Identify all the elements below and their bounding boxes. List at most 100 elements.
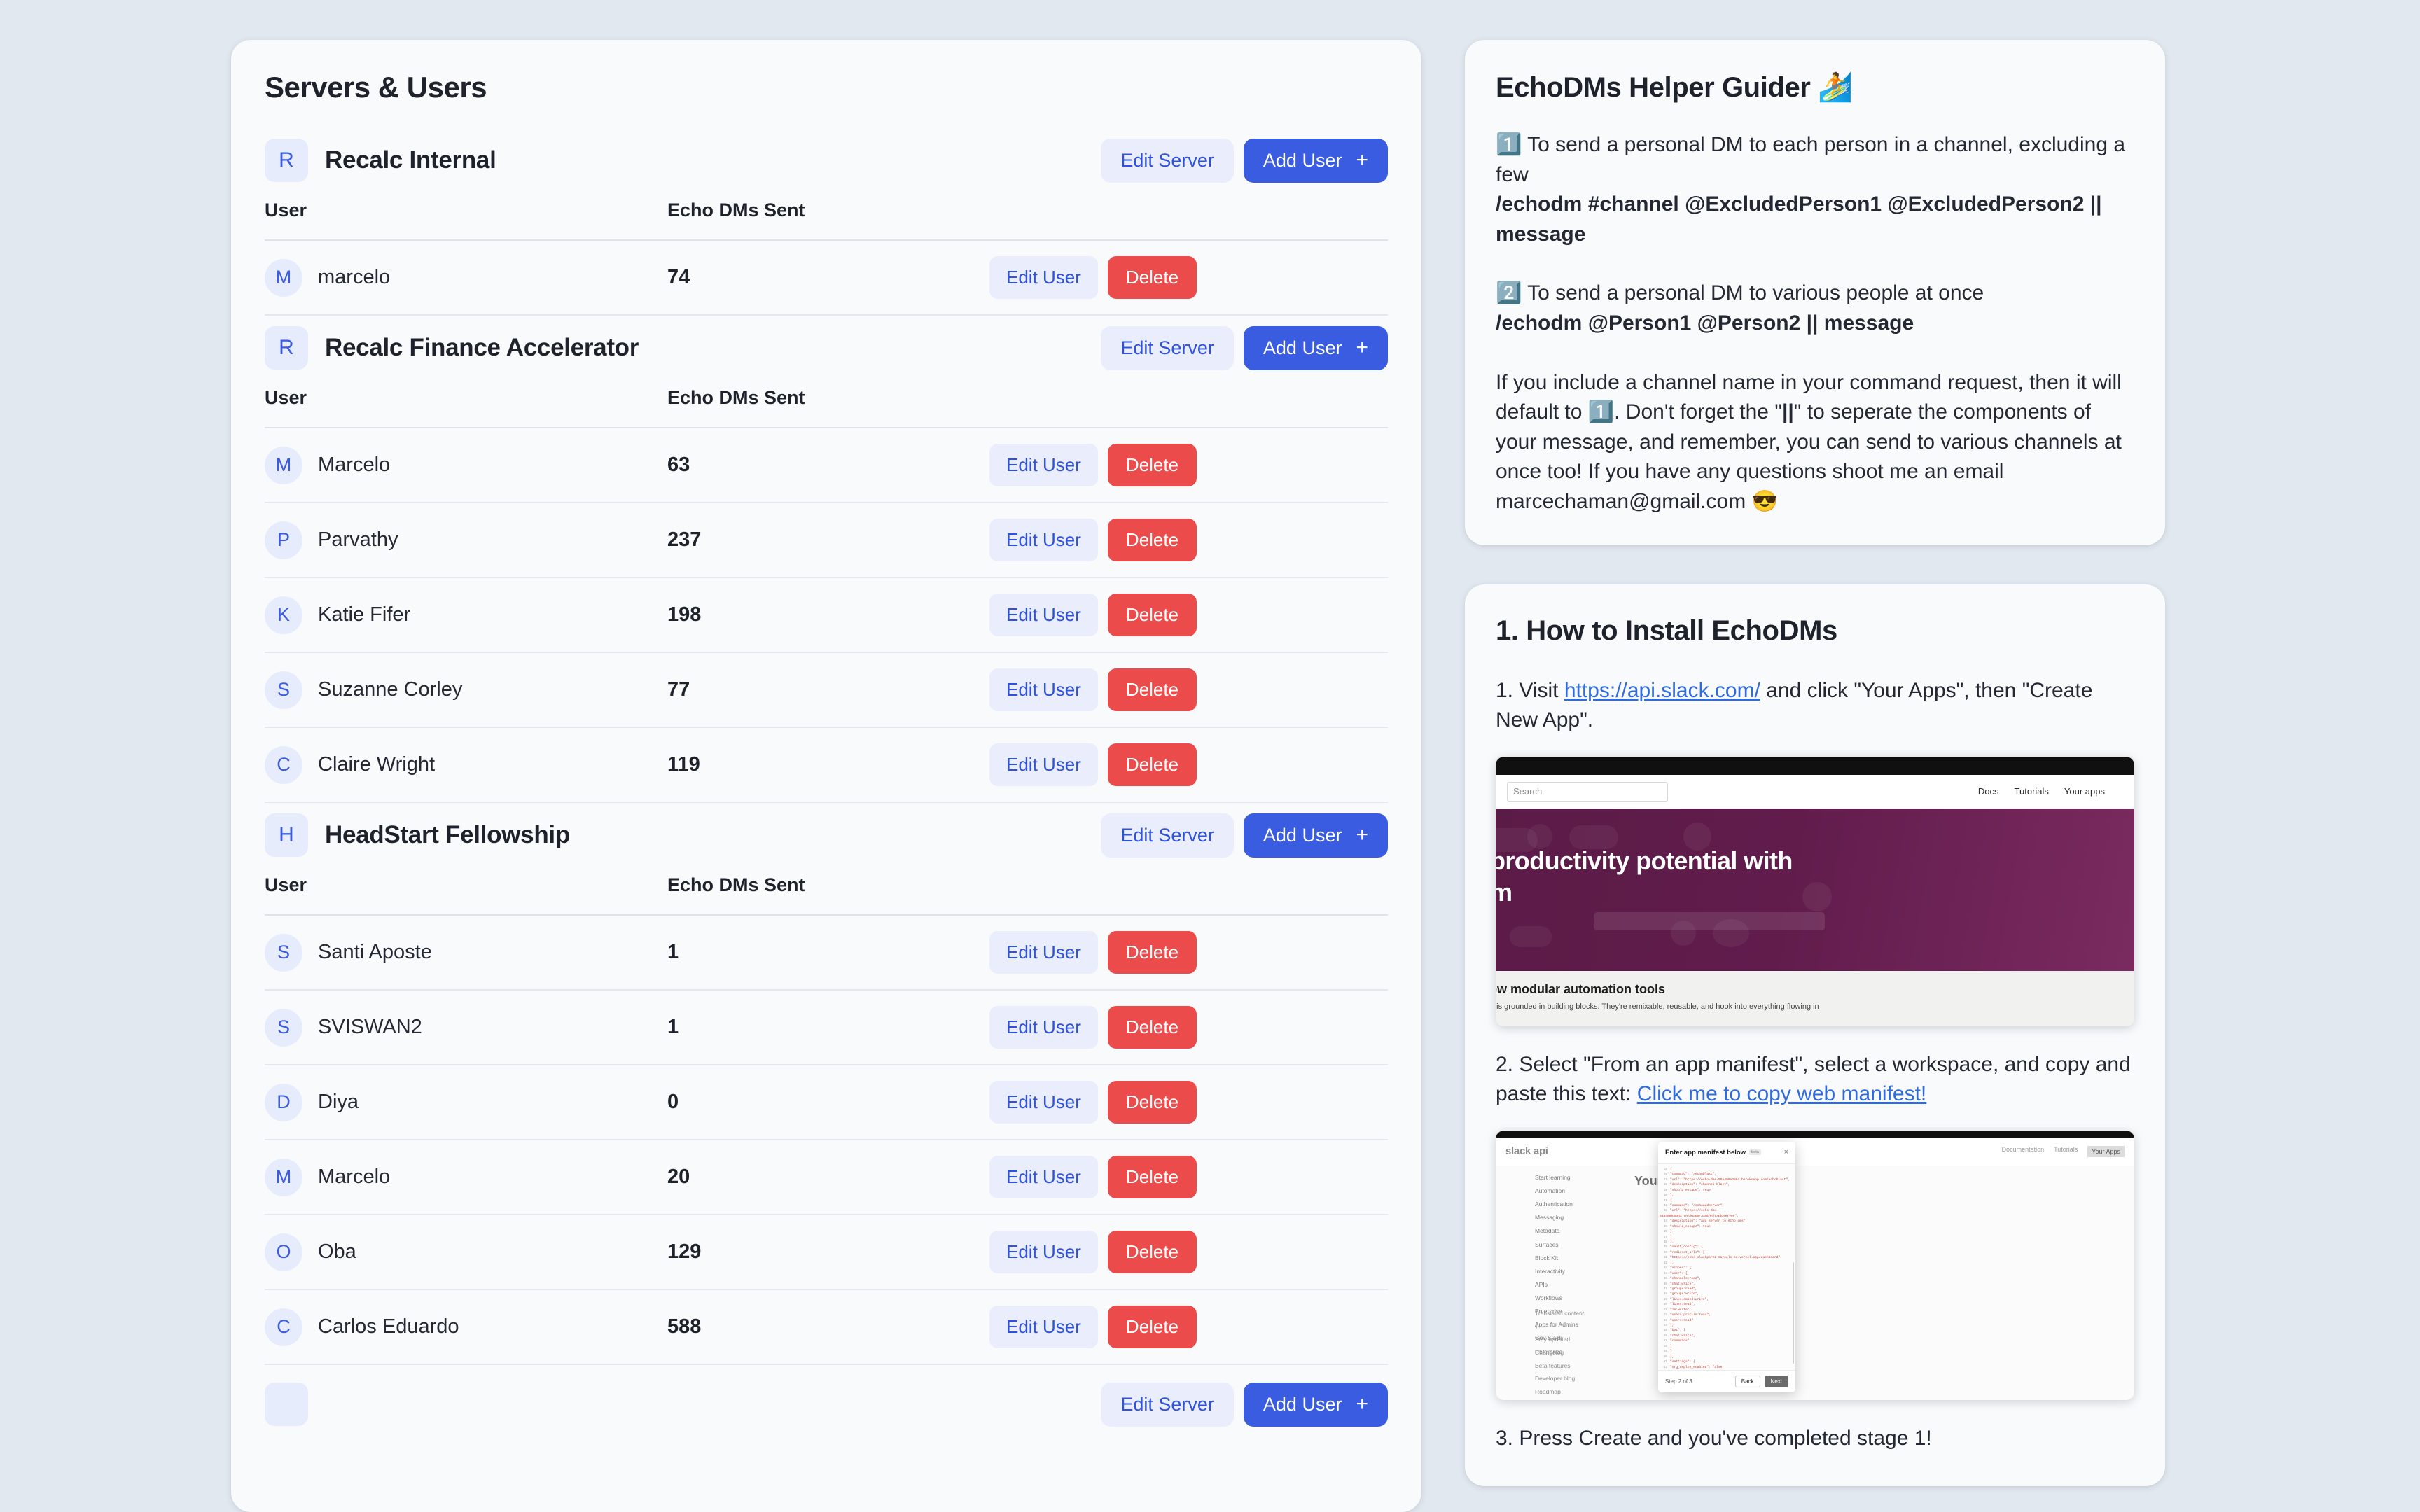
edit-user-button[interactable]: Edit User	[989, 256, 1098, 299]
sidebar-item[interactable]: Messaging	[1535, 1211, 1619, 1224]
edit-user-button[interactable]: Edit User	[989, 931, 1098, 974]
edit-user-button[interactable]: Edit User	[989, 1081, 1098, 1124]
sidebar-item[interactable]: Surfaces	[1535, 1238, 1619, 1252]
link-your-apps[interactable]: Your Apps	[2087, 1145, 2125, 1157]
delete-user-button[interactable]: Delete	[1107, 1306, 1197, 1348]
delete-user-button[interactable]: Delete	[1107, 668, 1197, 711]
cell-actions: Edit User Delete	[989, 1065, 1388, 1140]
screenshot-app-manifest-modal: slack api Documentation Tutorials Your A…	[1496, 1130, 2134, 1400]
code-line: 50 "links:read",	[1663, 1303, 1695, 1307]
slack-api-link[interactable]: https://api.slack.com/	[1564, 679, 1760, 702]
nav-docs[interactable]: Docs	[1978, 786, 1999, 797]
delete-user-button[interactable]: Delete	[1107, 931, 1197, 974]
footer-link[interactable]: Changelog	[1535, 1346, 1584, 1359]
delete-user-button[interactable]: Delete	[1107, 444, 1197, 486]
modal-title: Enter app manifest below	[1665, 1148, 1746, 1156]
server-initial-badge: R	[265, 326, 308, 370]
edit-user-button[interactable]: Edit User	[989, 519, 1098, 561]
footer-link[interactable]: Beta features	[1535, 1359, 1584, 1373]
search-input[interactable]: Search	[1507, 781, 1668, 802]
slack-api-logo: slack api	[1505, 1145, 1548, 1158]
edit-user-button[interactable]: Edit User	[989, 1306, 1098, 1348]
footer-link[interactable]: @SlackAPI	[1535, 1399, 1584, 1400]
sidebar-item[interactable]: Interactivity	[1535, 1265, 1619, 1278]
add-user-button[interactable]: Add User +	[1243, 813, 1388, 858]
user-name: Carlos Eduardo	[318, 1315, 459, 1338]
server-block: H HeadStart Fellowship Edit Server Add User…	[265, 808, 1388, 1365]
delete-user-button[interactable]: Delete	[1107, 743, 1197, 786]
user-table: User Echo DMs Sent Mmarcelo 74 Edit User Dele…	[265, 187, 1388, 316]
copy-manifest-link[interactable]: Click me to copy web manifest!	[1637, 1082, 1926, 1105]
slack-nav-links: Docs Tutorials Your apps	[1978, 786, 2123, 797]
sidebar-item[interactable]: APIs	[1535, 1278, 1619, 1292]
edit-user-button[interactable]: Edit User	[989, 594, 1098, 636]
avatar: M	[265, 446, 302, 484]
cell-user: O Oba	[265, 1214, 667, 1290]
edit-server-button[interactable]: Edit Server	[1101, 138, 1234, 183]
slack-api-header: slack api Documentation Tutorials Your A…	[1496, 1137, 2134, 1166]
sidebar-item[interactable]: Block Kit	[1535, 1252, 1619, 1265]
plus-icon: +	[1356, 336, 1368, 359]
add-user-button[interactable]: Add User +	[1243, 138, 1388, 183]
manifest-code-editor[interactable]: 25{26 "command": "/echoblast", 27 "url": "h…	[1658, 1163, 1795, 1370]
scrollbar[interactable]	[1793, 1261, 1794, 1364]
edit-server-button[interactable]: Edit Server	[1101, 813, 1234, 858]
edit-server-button[interactable]: Edit Server	[1101, 326, 1234, 370]
cell-dms-sent: 588	[667, 1289, 989, 1365]
delete-user-button[interactable]: Delete	[1107, 1081, 1197, 1124]
step-label: Step 2 of 3	[1665, 1378, 1692, 1385]
edit-user-button[interactable]: Edit User	[989, 1156, 1098, 1198]
cell-dms-sent: 1	[667, 990, 989, 1065]
back-button[interactable]: Back	[1734, 1375, 1760, 1387]
hero-heading: productivity potential with m	[1496, 845, 1980, 908]
cell-dms-sent: 20	[667, 1140, 989, 1215]
code-line: 54],	[1663, 1324, 1674, 1328]
nav-tutorials[interactable]: Tutorials	[2015, 786, 2049, 797]
edit-user-button[interactable]: Edit User	[989, 1231, 1098, 1273]
add-user-button[interactable]: Add User +	[1243, 326, 1388, 370]
server-actions: Edit Server Add User +	[1101, 1382, 1388, 1427]
edit-user-button[interactable]: Edit User	[989, 668, 1098, 711]
code-line: 45 "channels:read",	[1663, 1277, 1702, 1281]
manifest-modal: Enter app manifest below beta × 25{26 "co…	[1658, 1141, 1795, 1392]
sidebar-item[interactable]: Authentication	[1535, 1198, 1619, 1211]
link-tutorials[interactable]: Tutorials	[2054, 1146, 2078, 1157]
delete-user-button[interactable]: Delete	[1107, 1231, 1197, 1273]
sidebar-item[interactable]: Automation	[1535, 1184, 1619, 1198]
link-documentation[interactable]: Documentation	[2002, 1146, 2045, 1157]
install-title: 1. How to Install EchoDMs	[1496, 615, 1837, 646]
add-user-button[interactable]: Add User +	[1243, 1382, 1388, 1427]
delete-user-button[interactable]: Delete	[1107, 594, 1197, 636]
edit-server-button[interactable]: Edit Server	[1101, 1382, 1234, 1427]
code-line: 58]	[1663, 1344, 1672, 1348]
cell-actions: Edit User Delete	[989, 578, 1388, 653]
footer-link[interactable]: Stay updated	[1535, 1333, 1584, 1346]
code-line: 25{	[1663, 1167, 1672, 1171]
sidebar-item[interactable]: Start learning	[1535, 1171, 1619, 1184]
next-button[interactable]: Next	[1764, 1375, 1788, 1387]
edit-user-button[interactable]: Edit User	[989, 444, 1098, 486]
avatar: C	[265, 746, 302, 784]
delete-user-button[interactable]: Delete	[1107, 519, 1197, 561]
edit-user-button[interactable]: Edit User	[989, 743, 1098, 786]
cell-actions: Edit User Delete	[989, 915, 1388, 990]
code-line: 52 "users.profile:read",	[1663, 1313, 1711, 1317]
sidebar-item[interactable]: Metadata	[1535, 1224, 1619, 1238]
close-icon[interactable]: ×	[1784, 1148, 1788, 1156]
delete-user-button[interactable]: Delete	[1107, 256, 1197, 299]
footer-link[interactable]: Roadmap	[1535, 1385, 1584, 1399]
plus-icon: +	[1356, 148, 1368, 172]
footer-link[interactable]: Translated content	[1535, 1307, 1584, 1320]
delete-user-button[interactable]: Delete	[1107, 1006, 1197, 1049]
edit-user-button[interactable]: Edit User	[989, 1006, 1098, 1049]
footer-link[interactable]: +	[1535, 1320, 1584, 1334]
code-line: 37]	[1663, 1235, 1672, 1239]
code-line: 62 "org_deploy_enabled": false,	[1663, 1365, 1725, 1369]
table-row: Mmarcelo 74 Edit User Delete	[265, 240, 1388, 316]
column-header-actions	[989, 374, 1388, 428]
footer-link[interactable]: Developer blog	[1535, 1372, 1584, 1385]
nav-your-apps[interactable]: Your apps	[2064, 786, 2105, 797]
cell-user: M Marcelo	[265, 428, 667, 503]
delete-user-button[interactable]: Delete	[1107, 1156, 1197, 1198]
sidebar-item[interactable]: Workflows	[1535, 1292, 1619, 1305]
